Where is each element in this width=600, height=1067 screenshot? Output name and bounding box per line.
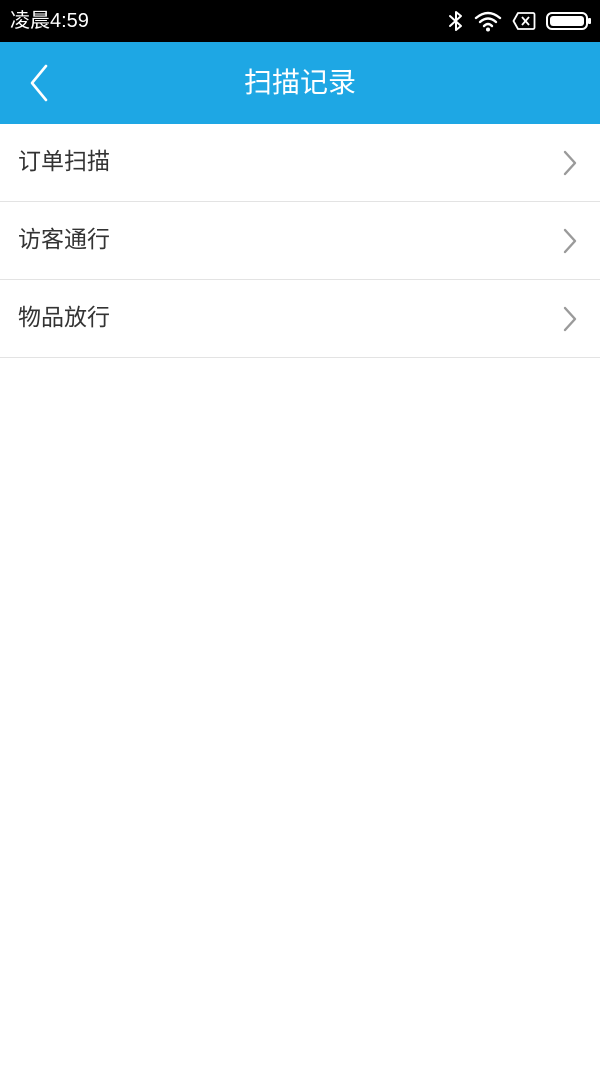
nav-bar: 扫描记录 [0,42,600,124]
bluetooth-icon [448,9,464,33]
status-icons [448,8,592,34]
page-title: 扫描记录 [243,66,356,99]
list-item-label: 订单扫描 [18,149,110,175]
chevron-right-icon [562,149,578,177]
status-bar: 凌晨4:59 [0,0,600,42]
list-item-visitor-pass[interactable]: 访客通行 [0,202,600,280]
list-item-order-scan[interactable]: 订单扫描 [0,124,600,202]
chevron-right-icon [562,227,578,255]
battery-icon [546,11,592,31]
status-time: 凌晨4:59 [10,10,89,32]
scan-record-list: 订单扫描 访客通行 物品放行 [0,124,600,358]
list-item-label: 访客通行 [18,227,110,253]
chevron-right-icon [562,305,578,333]
sim-card-absent-icon [512,11,536,31]
list-item-goods-release[interactable]: 物品放行 [0,280,600,358]
list-item-label: 物品放行 [18,305,110,331]
wifi-icon [474,10,502,32]
